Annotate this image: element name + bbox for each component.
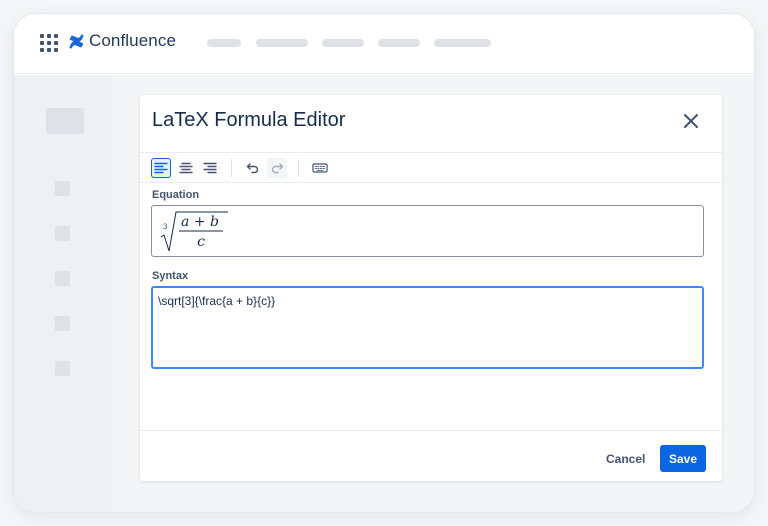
toolbar-divider [231, 159, 232, 177]
top-navigation: Confluence [14, 14, 754, 74]
nav-placeholder[interactable] [322, 39, 364, 47]
page-content: LaTeX Formula Editor Equation 3 a + b c … [14, 75, 754, 512]
align-left-button[interactable] [151, 158, 171, 178]
confluence-logo-icon [69, 33, 84, 49]
redo-button[interactable] [267, 158, 287, 178]
redo-icon [271, 163, 284, 174]
latex-editor-dialog: LaTeX Formula Editor Equation 3 a + b c … [140, 95, 722, 481]
nav-placeholder[interactable] [207, 39, 241, 47]
align-right-button[interactable] [200, 158, 220, 178]
align-center-icon [179, 162, 193, 174]
app-name: Confluence [89, 31, 177, 50]
confluence-logo[interactable]: Confluence [68, 31, 176, 51]
nav-placeholder[interactable] [378, 39, 420, 47]
dialog-title: LaTeX Formula Editor [152, 109, 346, 131]
denominator: c [197, 234, 205, 250]
app-switcher-icon[interactable] [40, 34, 58, 52]
align-center-button[interactable] [176, 158, 196, 178]
dialog-footer: Cancel Save [140, 430, 722, 481]
equation-render: 3 a + b c [160, 211, 228, 252]
sidebar-header-placeholder [46, 108, 84, 134]
toolbar-divider [298, 159, 299, 177]
align-right-icon [203, 162, 217, 174]
equation-preview: 3 a + b c [151, 205, 704, 257]
keyboard-icon [312, 163, 328, 173]
close-icon[interactable] [682, 112, 700, 130]
nav-placeholder[interactable] [434, 39, 491, 47]
numerator: a + b [181, 214, 219, 230]
undo-button[interactable] [243, 158, 263, 178]
sidebar-item[interactable] [55, 316, 70, 331]
root-index: 3 [163, 223, 167, 231]
undo-icon [246, 163, 259, 174]
sidebar-item[interactable] [55, 271, 70, 286]
app-window: Confluence LaTeX Formula Editor Equation… [14, 14, 754, 512]
save-button[interactable]: Save [660, 445, 706, 472]
formula-toolbar [140, 152, 722, 183]
cancel-button[interactable]: Cancel [600, 446, 651, 471]
nav-placeholder[interactable] [256, 39, 308, 47]
sidebar [14, 75, 112, 512]
syntax-label: Syntax [152, 270, 189, 282]
sidebar-item[interactable] [55, 181, 70, 196]
syntax-input[interactable]: \sqrt[3]{\frac{a + b}{c}} [151, 286, 704, 369]
equation-label: Equation [152, 189, 200, 201]
align-left-icon [154, 162, 168, 174]
sidebar-item[interactable] [55, 361, 70, 376]
sidebar-item[interactable] [55, 226, 70, 241]
keyboard-button[interactable] [310, 158, 330, 178]
